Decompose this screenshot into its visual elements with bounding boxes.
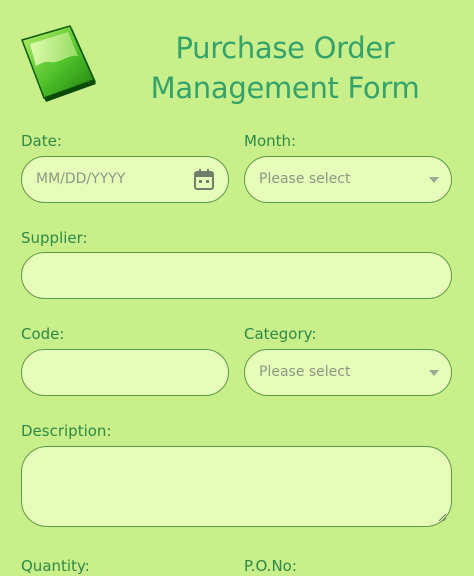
- form-title-line2: Management Form: [150, 71, 420, 105]
- code-label: Code:: [21, 325, 65, 343]
- month-label: Month:: [244, 132, 297, 150]
- month-select[interactable]: Please select: [244, 156, 452, 203]
- resize-handle-icon[interactable]: [437, 512, 447, 522]
- category-label: Category:: [244, 325, 317, 343]
- chevron-down-icon: [429, 177, 439, 183]
- category-select[interactable]: Please select: [244, 349, 452, 396]
- date-input[interactable]: MM/DD/YYYY: [21, 156, 229, 203]
- date-label: Date:: [21, 132, 62, 150]
- code-input[interactable]: [21, 349, 229, 396]
- description-textarea[interactable]: [21, 446, 452, 527]
- category-select-value: Please select: [259, 364, 351, 380]
- chevron-down-icon: [429, 370, 439, 376]
- date-placeholder: MM/DD/YYYY: [36, 171, 126, 187]
- description-label: Description:: [21, 422, 112, 440]
- supplier-input[interactable]: [21, 252, 452, 299]
- supplier-label: Supplier:: [21, 229, 88, 247]
- document-logo-icon: [21, 25, 96, 102]
- form-title-line1: Purchase Order: [175, 31, 395, 65]
- purchase-order-form: Purchase Order Management Form Date: MM/…: [0, 0, 474, 576]
- month-select-value: Please select: [259, 171, 351, 187]
- calendar-icon[interactable]: [194, 169, 214, 190]
- po-no-label: P.O.No:: [244, 557, 297, 575]
- quantity-label: Quantity:: [21, 557, 90, 575]
